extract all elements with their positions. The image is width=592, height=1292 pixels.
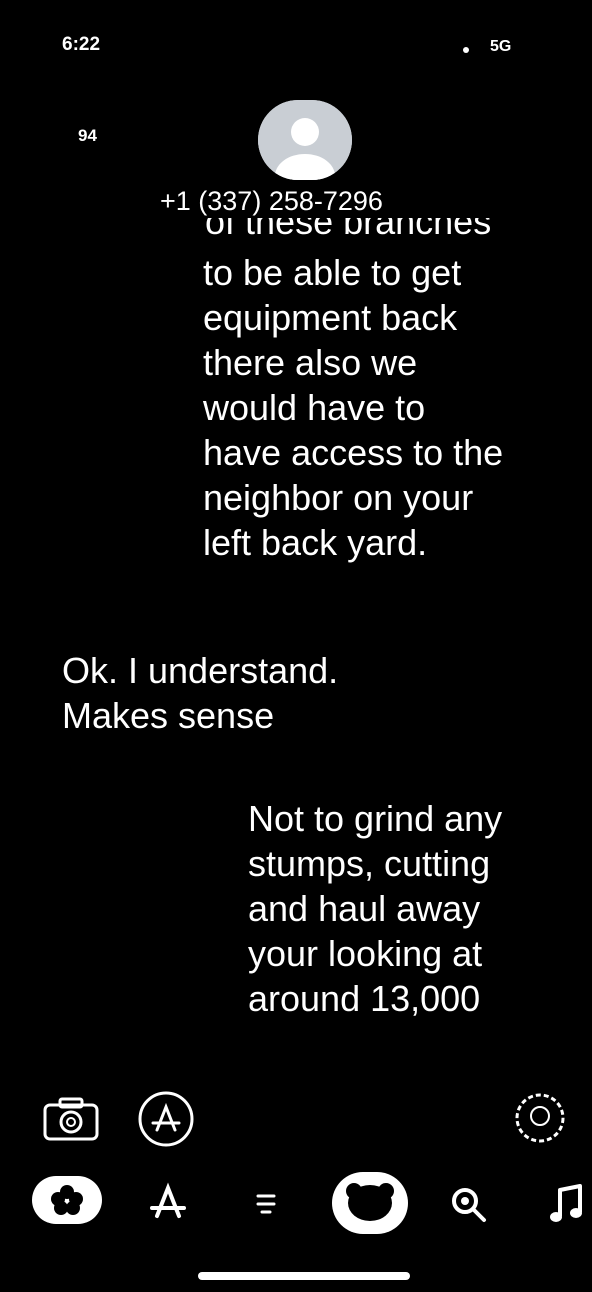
message-line: equipment back <box>203 297 458 338</box>
music-icon[interactable] <box>548 1182 584 1226</box>
incoming-message[interactable]: Ok. I understand. Makes sense <box>62 648 482 738</box>
message-line: left back yard. <box>203 522 428 563</box>
message-line: your looking at <box>248 933 483 974</box>
message-thread[interactable]: of these branches to be able to get equi… <box>0 218 592 1019</box>
contact-avatar[interactable] <box>258 100 352 180</box>
appstore-icon[interactable] <box>146 1180 190 1224</box>
home-indicator[interactable] <box>198 1272 410 1280</box>
signal-dot-icon <box>463 47 469 53</box>
network-type: 5G <box>490 38 512 55</box>
message-line: to be able to get <box>203 252 462 293</box>
message-line: around 13,000 <box>248 978 481 1019</box>
message-line: would have to <box>203 387 426 428</box>
audio-icon[interactable] <box>254 1188 278 1218</box>
outgoing-message[interactable]: to be able to get equipment back there a… <box>203 250 563 565</box>
message-line: and haul away <box>248 888 481 929</box>
contact-name[interactable]: +1 (337) 258-7296 <box>160 186 383 217</box>
back-unread-badge[interactable]: 94 <box>78 126 97 146</box>
memoji-icon[interactable] <box>332 1172 408 1234</box>
person-icon <box>258 100 352 180</box>
imessage-app-drawer <box>0 1088 592 1238</box>
message-line: have access to the <box>203 432 504 473</box>
appstore-icon[interactable] <box>137 1090 195 1148</box>
camera-icon[interactable] <box>42 1096 100 1142</box>
photos-icon[interactable] <box>32 1176 102 1224</box>
message-line: neighbor on your <box>203 477 474 518</box>
message-line: Makes sense <box>62 695 275 736</box>
message-line: Ok. I understand. <box>62 650 339 691</box>
memoji-icon[interactable] <box>514 1092 566 1144</box>
status-time: 6:22 <box>62 34 101 55</box>
message-partial-line: of these branches <box>205 218 535 236</box>
search-images-icon[interactable] <box>448 1184 488 1224</box>
message-line: Not to grind any <box>248 798 503 839</box>
message-line: stumps, cutting <box>248 843 491 884</box>
outgoing-message[interactable]: Not to grind any stumps, cutting and hau… <box>248 796 578 1021</box>
message-line: there also we <box>203 342 418 383</box>
